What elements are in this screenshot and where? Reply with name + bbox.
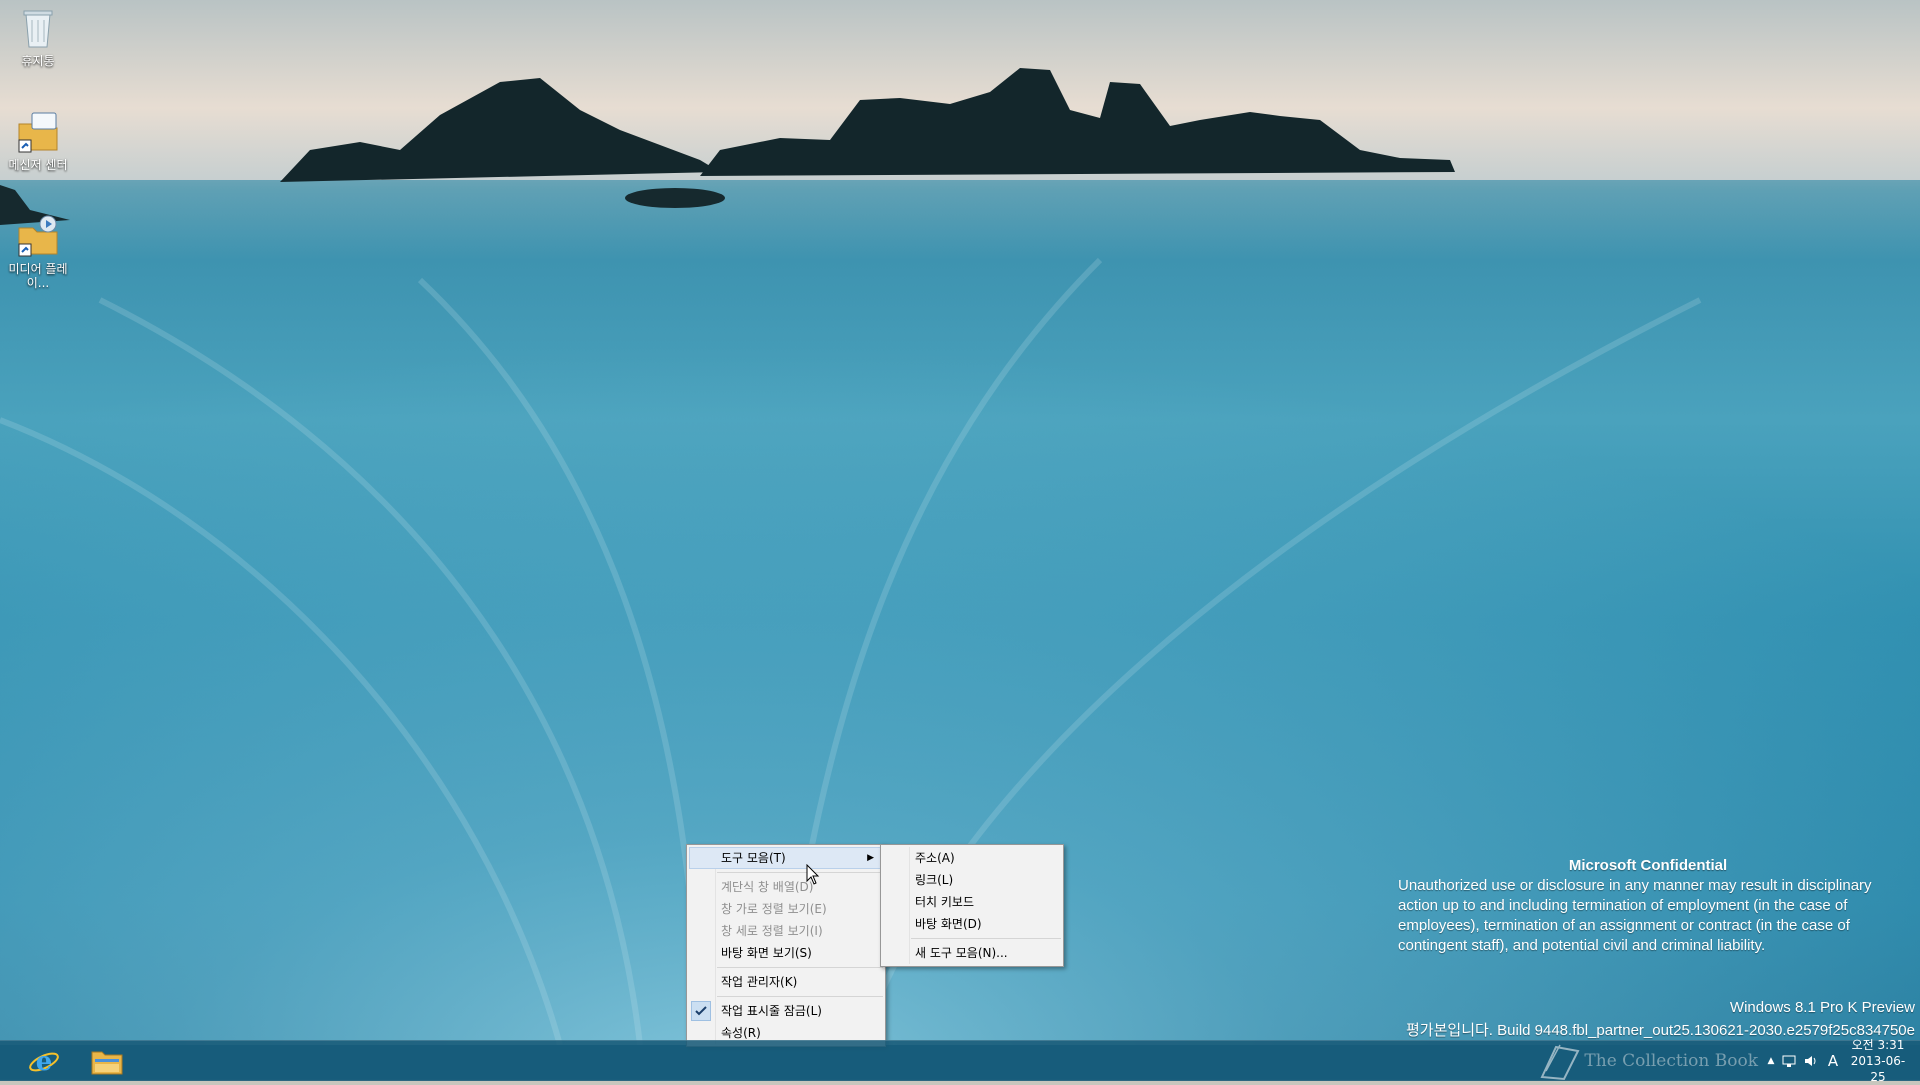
submenu-item-new-toolbar[interactable]: 새 도구 모음(N)... — [881, 942, 1063, 964]
mouse-cursor-icon — [806, 864, 820, 885]
menu-item-label: 작업 표시줄 잠금(L) — [721, 1004, 822, 1018]
svg-text:e: e — [36, 1047, 53, 1077]
show-hidden-icons-icon[interactable]: ▲ — [1764, 1056, 1778, 1066]
desktop-icon-media-player[interactable]: 미디어 플레이... — [0, 214, 76, 290]
messenger-center-icon — [16, 110, 60, 154]
recycle-bin-icon — [16, 6, 60, 50]
menu-item-label: 속성(R) — [721, 1026, 761, 1040]
menu-item-side-by-side[interactable]: 창 세로 정렬 보기(I) — [687, 920, 885, 942]
menu-item-label: 창 가로 정렬 보기(E) — [721, 902, 827, 916]
clock-time: 오전 3:31 — [1851, 1038, 1905, 1052]
menu-item-label: 주소(A) — [915, 851, 955, 865]
menu-item-cascade-windows[interactable]: 계단식 창 배열(D) — [687, 876, 885, 898]
checkmark-icon — [691, 1001, 711, 1021]
confidential-title: Microsoft Confidential — [1568, 857, 1728, 874]
input-method-indicator[interactable]: A — [1822, 1052, 1844, 1070]
confidential-notice: Microsoft Confidential Unauthorized use … — [1398, 856, 1898, 956]
taskbar-button-internet-explorer[interactable]: e — [21, 1044, 67, 1078]
internet-explorer-icon: e — [29, 1047, 59, 1077]
menu-item-stack-windows[interactable]: 창 가로 정렬 보기(E) — [687, 898, 885, 920]
menu-item-label: 바탕 화면 보기(S) — [721, 946, 812, 960]
tray-overlay-text: The Collection Book — [1584, 1051, 1758, 1071]
menu-item-label: 바탕 화면(D) — [915, 917, 982, 931]
submenu-item-address[interactable]: 주소(A) — [881, 847, 1063, 869]
menu-item-toolbars[interactable]: 도구 모음(T) ▶ — [689, 847, 883, 869]
submenu-item-desktop[interactable]: 바탕 화면(D) — [881, 913, 1063, 935]
tray-overlay-logo: The Collection Book — [1534, 1041, 1758, 1081]
submenu-arrow-icon: ▶ — [867, 853, 874, 863]
toolbars-submenu: 주소(A) 링크(L) 터치 키보드 바탕 화면(D) 새 도구 모음(N)..… — [880, 844, 1064, 967]
menu-separator — [717, 872, 883, 873]
confidential-body: Unauthorized use or disclosure in any ma… — [1398, 877, 1872, 954]
taskbar-button-file-explorer[interactable] — [84, 1044, 130, 1078]
menu-item-label: 링크(L) — [915, 873, 954, 887]
menu-item-label: 도구 모음(T) — [721, 851, 786, 865]
build-label: 평가본입니다. Build 9448.fbl_partner_out25.130… — [1406, 1022, 1915, 1039]
file-explorer-icon — [91, 1051, 123, 1075]
desktop-icon-label: 미디어 플레이... — [8, 262, 68, 290]
desktop-icon-messenger-center[interactable]: 메신저 센터 — [0, 110, 76, 172]
book-icon — [1540, 1044, 1580, 1081]
menu-item-lock-taskbar[interactable]: 작업 표시줄 잠금(L) — [687, 1000, 885, 1022]
volume-icon[interactable] — [1800, 1054, 1822, 1068]
build-info: Windows 8.1 Pro K Preview 평가본입니다. Build … — [1215, 996, 1915, 1042]
menu-item-label: 창 세로 정렬 보기(I) — [721, 924, 823, 938]
desktop-icon-label: 휴지통 — [21, 54, 55, 68]
menu-item-task-manager[interactable]: 작업 관리자(K) — [687, 971, 885, 993]
menu-item-label: 새 도구 모음(N)... — [915, 946, 1008, 960]
desktop-icon-recycle-bin[interactable]: 휴지통 — [0, 6, 76, 68]
menu-item-label: 터치 키보드 — [915, 895, 975, 909]
system-tray: The Collection Book ▲ A 오전 3:31 2013-06-… — [1534, 1038, 1920, 1084]
submenu-item-links[interactable]: 링크(L) — [881, 869, 1063, 891]
media-player-icon — [16, 214, 60, 258]
menu-item-label: 계단식 창 배열(D) — [721, 880, 814, 894]
taskbar-context-menu: 도구 모음(T) ▶ 계단식 창 배열(D) 창 가로 정렬 보기(E) 창 세… — [686, 844, 886, 1047]
menu-item-label: 작업 관리자(K) — [721, 975, 798, 989]
clock-date: 2013-06-25 — [1850, 1054, 1906, 1084]
taskbar: e The Collection Book ▲ A 오전 3:31 2013-0… — [0, 1038, 1920, 1084]
desktop-icon-label: 메신저 센터 — [8, 158, 68, 172]
menu-separator — [717, 996, 883, 997]
edition-label: Windows 8.1 Pro K Preview — [1729, 999, 1915, 1016]
menu-separator — [911, 938, 1061, 939]
menu-item-show-desktop[interactable]: 바탕 화면 보기(S) — [687, 942, 885, 964]
clock[interactable]: 오전 3:31 2013-06-25 — [1844, 1037, 1912, 1085]
network-icon[interactable] — [1778, 1054, 1800, 1068]
submenu-item-touch-keyboard[interactable]: 터치 키보드 — [881, 891, 1063, 913]
menu-separator — [717, 967, 883, 968]
